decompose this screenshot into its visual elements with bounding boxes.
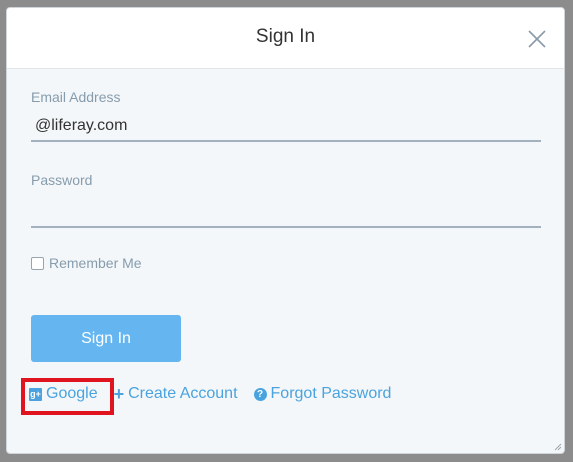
close-icon [528,30,546,48]
email-field[interactable] [31,112,541,142]
resize-grip-icon[interactable] [554,443,562,451]
create-account-label: Create Account [128,385,238,402]
dialog-title: Sign In [255,26,316,47]
remember-me-label: Remember Me [49,255,142,271]
google-plus-icon: g+ [29,387,42,401]
forgot-password-link[interactable]: ? Forgot Password [253,385,392,403]
sign-in-dialog: Sign In Email Address Password Remember … [6,7,565,454]
create-account-link[interactable]: + Create Account [114,385,238,403]
password-label: Password [31,172,93,188]
remember-me[interactable]: Remember Me [31,255,142,271]
close-button[interactable] [526,28,548,50]
forgot-password-label: Forgot Password [270,385,392,402]
google-link[interactable]: g+ Google [29,385,98,403]
auth-links: g+ Google + Create Account ? Forgot Pass… [27,383,391,405]
google-link-label: Google [46,385,98,402]
dialog-header: Sign In [7,8,564,69]
password-field[interactable] [31,198,541,228]
question-circle-icon: ? [253,387,267,401]
plus-icon: + [113,384,125,404]
email-label: Email Address [31,89,121,105]
sign-in-button[interactable]: Sign In [31,315,181,362]
remember-me-checkbox[interactable] [31,256,44,270]
